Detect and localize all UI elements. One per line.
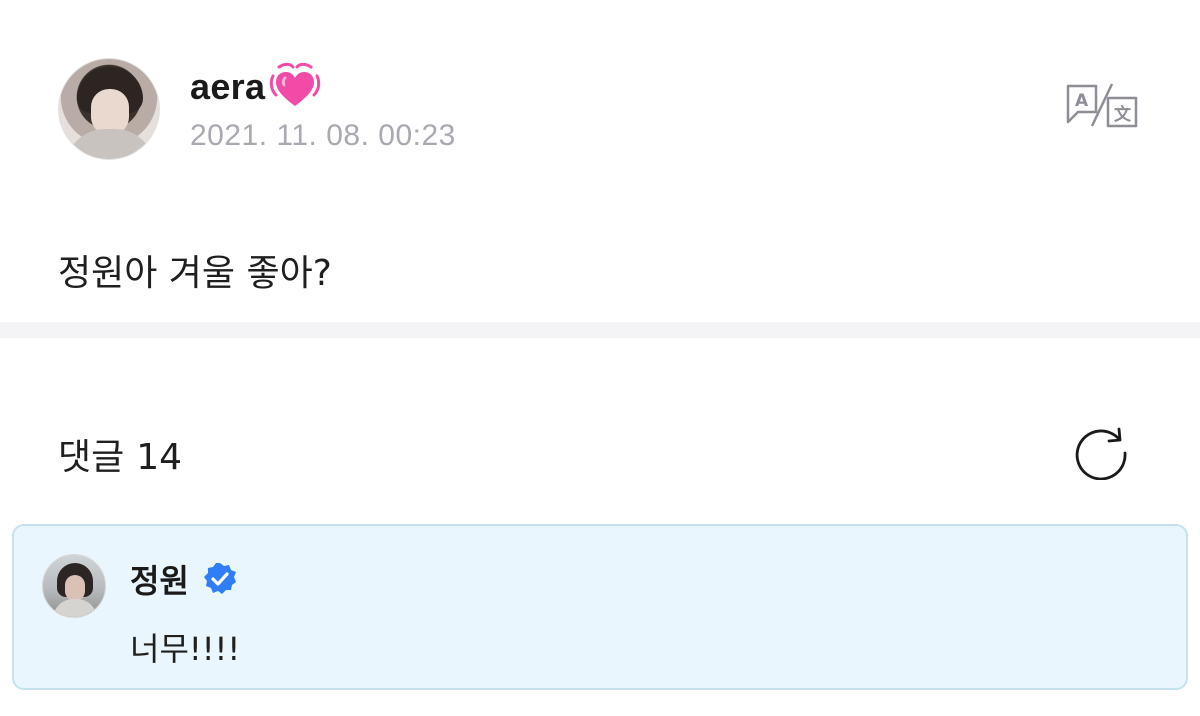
- verified-badge-icon: [203, 563, 236, 594]
- author-row: aera: [190, 62, 456, 109]
- section-divider: [0, 322, 1200, 338]
- refresh-button[interactable]: [1072, 422, 1130, 481]
- comment-author-name[interactable]: 정원: [130, 556, 189, 602]
- comment-author-row: 정원: [130, 556, 237, 602]
- comment-author-avatar[interactable]: [42, 554, 106, 618]
- svg-text:A: A: [1075, 91, 1089, 111]
- comment-item[interactable]: 정원 너무!!!!: [12, 524, 1188, 690]
- post-body-text: 정원아 겨울 좋아?: [58, 253, 332, 294]
- post-timestamp: 2021. 11. 08. 00:23: [190, 119, 456, 152]
- post-header: aera 2021. 11. 08. 00:23: [58, 58, 456, 160]
- translate-icon: A 文: [1066, 83, 1138, 128]
- author-name[interactable]: aera: [190, 66, 265, 108]
- svg-text:文: 文: [1114, 104, 1132, 125]
- translate-button[interactable]: A 文: [1066, 82, 1138, 128]
- avatar-hoodie: [65, 129, 155, 159]
- comment-text: 너무!!!!: [130, 630, 241, 668]
- comments-label: 댓글: [58, 437, 125, 478]
- refresh-icon: [1075, 427, 1127, 481]
- growing-heart-icon: [270, 62, 321, 106]
- avatar-face: [65, 575, 85, 601]
- author-block: aera 2021. 11. 08. 00:23: [190, 62, 456, 153]
- post-detail-page: aera 2021. 11. 08. 00:23 A 文 정원아 겨울 좋아?: [0, 0, 1200, 716]
- author-avatar[interactable]: [58, 58, 160, 160]
- comments-count: 14: [136, 437, 183, 478]
- comments-header: 댓글 14: [58, 428, 182, 480]
- avatar-body: [53, 599, 97, 617]
